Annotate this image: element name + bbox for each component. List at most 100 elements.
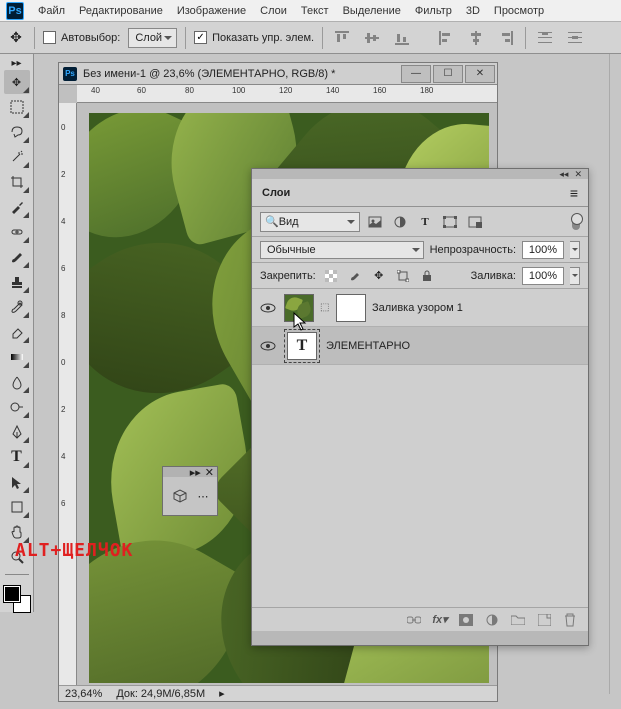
menu-layers[interactable]: Слои — [260, 5, 287, 17]
dodge-tool[interactable] — [4, 395, 30, 419]
add-mask-icon[interactable] — [458, 614, 474, 626]
brush-tool[interactable] — [4, 245, 30, 269]
panel-close-icon[interactable]: ✕ — [574, 169, 582, 180]
lock-all-icon[interactable] — [418, 268, 436, 284]
lock-pixels-icon[interactable] — [346, 268, 364, 284]
menu-text[interactable]: Текст — [301, 5, 329, 17]
menu-select[interactable]: Выделение — [343, 5, 401, 17]
distribute-top-icon[interactable] — [534, 27, 556, 49]
distribute-vcenter-icon[interactable] — [564, 27, 586, 49]
filter-type-dropdown[interactable]: 🔍 Вид — [260, 212, 360, 232]
layers-panel-footer: fx▾ — [252, 607, 588, 631]
zoom-level[interactable]: 23,64% — [65, 688, 102, 700]
link-layers-icon[interactable] — [406, 615, 422, 625]
layer-thumbnail[interactable]: T — [287, 332, 317, 360]
menu-image[interactable]: Изображение — [177, 5, 246, 17]
layer-row[interactable]: ⬚ Заливка узором 1 — [252, 289, 588, 327]
eraser-tool[interactable] — [4, 320, 30, 344]
doc-info-chevron[interactable]: ▸ — [219, 687, 225, 700]
close-icon[interactable]: ✕ — [205, 466, 214, 479]
opacity-stepper[interactable] — [570, 241, 580, 259]
more-icon[interactable]: ⋯ — [198, 490, 209, 503]
foreground-color[interactable] — [4, 586, 20, 602]
filter-toggle[interactable] — [572, 214, 580, 230]
layer-fx-icon[interactable]: fx▾ — [432, 613, 448, 626]
add-adjustment-icon[interactable] — [484, 613, 500, 627]
separator — [322, 27, 323, 49]
panel-menu-icon[interactable]: ≡ — [570, 185, 578, 201]
pen-tool[interactable] — [4, 420, 30, 444]
lock-label: Закрепить: — [260, 270, 316, 282]
align-vcenter-icon[interactable] — [361, 27, 383, 49]
color-swatches[interactable] — [4, 586, 30, 612]
doc-info: Док: 24,9M/6,85M — [116, 688, 205, 700]
right-dock-strip[interactable] — [609, 54, 621, 694]
filter-shape-icon[interactable] — [440, 213, 460, 231]
layer-name[interactable]: ЭЛЕМЕНТАРНО — [326, 340, 410, 352]
filter-type-icon[interactable]: T — [415, 213, 435, 231]
menu-view[interactable]: Просмотр — [494, 5, 544, 17]
filter-pixel-icon[interactable] — [365, 213, 385, 231]
menu-filter[interactable]: Фильтр — [415, 5, 452, 17]
panel-resize-handle[interactable] — [252, 631, 588, 645]
visibility-toggle[interactable] — [258, 341, 278, 351]
stamp-tool[interactable] — [4, 270, 30, 294]
type-tool[interactable]: T — [4, 445, 30, 469]
collapse-icon[interactable]: ◂◂ — [559, 169, 568, 180]
maximize-button[interactable]: ☐ — [433, 65, 463, 83]
document-titlebar[interactable]: Ps Без имени-1 @ 23,6% (ЭЛЕМЕНТАРНО, RGB… — [59, 63, 497, 85]
showcontrols-checkbox[interactable]: Показать упр. элем. — [194, 31, 314, 44]
shape-tool[interactable] — [4, 495, 30, 519]
delete-layer-icon[interactable] — [562, 613, 578, 627]
marquee-tool[interactable] — [4, 95, 30, 119]
gradient-tool[interactable] — [4, 345, 30, 369]
eyedropper-tool[interactable] — [4, 195, 30, 219]
align-hcenter-icon[interactable] — [465, 27, 487, 49]
path-select-tool[interactable] — [4, 470, 30, 494]
minimize-button[interactable]: — — [401, 65, 431, 83]
fill-input[interactable]: 100% — [522, 267, 564, 285]
align-left-icon[interactable] — [435, 27, 457, 49]
align-top-icon[interactable] — [331, 27, 353, 49]
options-bar: ✥ Автовыбор: Слой Показать упр. элем. — [0, 22, 621, 54]
move-tool[interactable]: ✥ — [4, 70, 30, 94]
blur-tool[interactable] — [4, 370, 30, 394]
separator — [185, 27, 186, 49]
history-brush-tool[interactable] — [4, 295, 30, 319]
fill-stepper[interactable] — [570, 267, 580, 285]
blend-mode-dropdown[interactable]: Обычные — [260, 241, 424, 259]
3d-icon[interactable] — [172, 489, 188, 503]
autoselect-target-dropdown[interactable]: Слой — [128, 28, 177, 48]
layer-row[interactable]: T ЭЛЕМЕНТАРНО — [252, 327, 588, 365]
menu-edit[interactable]: Редактирование — [79, 5, 163, 17]
new-layer-icon[interactable] — [536, 614, 552, 626]
panel-tab-bar: Слои ≡ — [252, 179, 588, 207]
layers-tab[interactable]: Слои — [262, 187, 290, 199]
autoselect-checkbox[interactable]: Автовыбор: — [43, 31, 120, 44]
menu-3d[interactable]: 3D — [466, 5, 480, 17]
filter-adjust-icon[interactable] — [390, 213, 410, 231]
menu-file[interactable]: Файл — [38, 5, 65, 17]
close-button[interactable]: ✕ — [465, 65, 495, 83]
layer-thumbnail[interactable] — [284, 294, 314, 322]
crop-tool[interactable] — [4, 170, 30, 194]
magic-wand-tool[interactable] — [4, 145, 30, 169]
panel-controls: ◂◂ ✕ — [252, 169, 588, 179]
lasso-tool[interactable] — [4, 120, 30, 144]
collapse-icon[interactable]: ▸▸ — [190, 466, 201, 479]
align-right-icon[interactable] — [495, 27, 517, 49]
lock-position-icon[interactable]: ✥ — [370, 268, 388, 284]
align-bottom-icon[interactable] — [391, 27, 413, 49]
filter-smart-icon[interactable] — [465, 213, 485, 231]
app-logo: Ps — [6, 2, 24, 20]
lock-transparency-icon[interactable] — [322, 268, 340, 284]
new-group-icon[interactable] — [510, 614, 526, 625]
menu-bar: Ps Файл Редактирование Изображение Слои … — [0, 0, 621, 22]
lock-artboard-icon[interactable] — [394, 268, 412, 284]
3d-mini-panel[interactable]: ▸▸ ✕ ⋯ — [162, 466, 218, 516]
heal-tool[interactable] — [4, 220, 30, 244]
opacity-input[interactable]: 100% — [522, 241, 564, 259]
visibility-toggle[interactable] — [258, 303, 278, 313]
layer-mask-thumbnail[interactable] — [336, 294, 366, 322]
layer-name[interactable]: Заливка узором 1 — [372, 302, 463, 314]
